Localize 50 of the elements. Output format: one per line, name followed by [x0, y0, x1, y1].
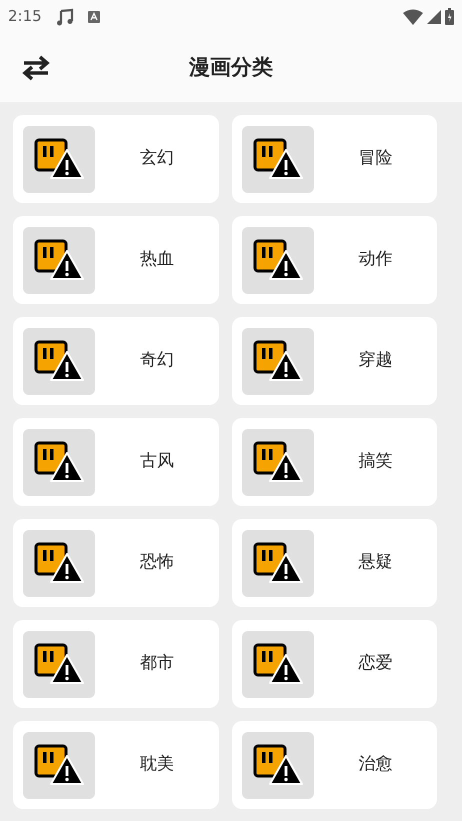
category-name: 治愈	[357, 753, 394, 776]
category-name: 冒险	[357, 147, 394, 170]
category-card[interactable]: 热血	[13, 216, 218, 304]
broken-image-icon	[252, 744, 302, 786]
broken-image-icon	[252, 239, 302, 281]
category-card[interactable]: 恋爱	[232, 620, 437, 708]
broken-image-icon	[252, 643, 302, 685]
broken-image-icon	[34, 744, 84, 786]
category-name: 恋爱	[357, 652, 394, 676]
category-card[interactable]: 奇幻	[13, 317, 218, 405]
swap-arrows-icon	[22, 54, 50, 80]
broken-image-icon	[34, 643, 84, 685]
category-card[interactable]: 都市	[13, 620, 218, 708]
broken-image-icon	[252, 340, 302, 382]
broken-image-icon	[252, 542, 302, 584]
broken-image-icon	[34, 441, 84, 483]
category-card[interactable]: 古风	[13, 418, 218, 506]
category-card[interactable]: 恐怖	[13, 519, 218, 607]
page-title: 漫画分类	[189, 54, 273, 81]
category-name: 奇幻	[138, 349, 175, 372]
category-card[interactable]: 耽美	[13, 721, 218, 809]
category-name: 穿越	[357, 349, 394, 372]
category-card[interactable]: 悬疑	[232, 519, 437, 607]
category-name: 玄幻	[138, 147, 175, 170]
category-name: 动作	[357, 248, 394, 272]
broken-image-icon	[34, 239, 84, 281]
category-name: 搞笑	[357, 450, 394, 474]
battery-icon	[445, 8, 454, 25]
category-name: 恐怖	[138, 551, 175, 574]
wifi-icon	[403, 8, 423, 24]
category-name: 耽美	[138, 753, 175, 776]
keyboard-a-icon	[88, 10, 100, 22]
category-name: 古风	[138, 450, 175, 474]
category-name: 热血	[138, 248, 175, 272]
category-card[interactable]: 冒险	[232, 115, 437, 203]
category-card[interactable]: 穿越	[232, 317, 437, 405]
category-card[interactable]: 搞笑	[232, 418, 437, 506]
category-card[interactable]: 动作	[232, 216, 437, 304]
cell-signal-icon	[427, 10, 441, 24]
broken-image-icon	[252, 138, 302, 180]
broken-image-icon	[34, 138, 84, 180]
category-name: 都市	[138, 652, 175, 676]
status-time: 2:15	[8, 6, 42, 28]
category-card[interactable]: 治愈	[232, 721, 437, 809]
category-name: 悬疑	[357, 551, 394, 574]
music-note-icon	[56, 8, 74, 26]
broken-image-icon	[252, 441, 302, 483]
broken-image-icon	[34, 340, 84, 382]
broken-image-icon	[34, 542, 84, 584]
category-card[interactable]: 玄幻	[13, 115, 218, 203]
